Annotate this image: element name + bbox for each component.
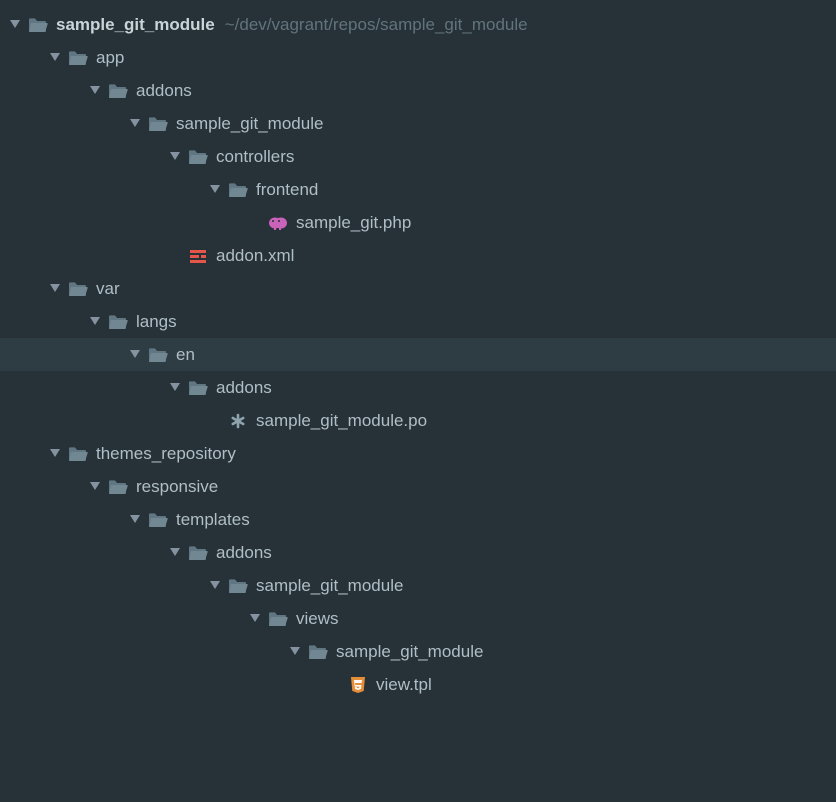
expand-arrow-icon[interactable] [168, 150, 182, 164]
folder-controllers[interactable]: controllers [0, 140, 836, 173]
tree-item-label: controllers [216, 147, 294, 167]
folder-var[interactable]: var [0, 272, 836, 305]
folder-open-icon [148, 510, 168, 530]
folder-open-icon [108, 81, 128, 101]
folder-open-icon [148, 114, 168, 134]
folder-views[interactable]: views [0, 602, 836, 635]
folder-frontend[interactable]: frontend [0, 173, 836, 206]
folder-open-icon [108, 312, 128, 332]
expand-arrow-icon[interactable] [168, 381, 182, 395]
tree-item-label: sample_git_module [336, 642, 483, 662]
tree-item-label: addons [216, 378, 272, 398]
folder-open-icon [308, 642, 328, 662]
tree-item-label: themes_repository [96, 444, 236, 464]
tree-item-label: sample_git_module [256, 576, 403, 596]
folder-open-icon [188, 543, 208, 563]
file-tree: sample_git_module ~/dev/vagrant/repos/sam… [0, 0, 836, 701]
folder-sgm-tpl[interactable]: sample_git_module [0, 569, 836, 602]
expand-arrow-icon[interactable] [288, 645, 302, 659]
folder-open-icon [188, 378, 208, 398]
folder-sample-git-module[interactable]: sample_git_module [0, 107, 836, 140]
arrow-placeholder [168, 249, 182, 263]
folder-sgm-views[interactable]: sample_git_module [0, 635, 836, 668]
tree-item-label: en [176, 345, 195, 365]
tree-item-label: sample_git_module [56, 15, 215, 35]
expand-arrow-icon[interactable] [128, 513, 142, 527]
expand-arrow-icon[interactable] [208, 579, 222, 593]
tree-item-label: langs [136, 312, 177, 332]
expand-arrow-icon[interactable] [128, 348, 142, 362]
file-po[interactable]: sample_git_module.po [0, 404, 836, 437]
expand-arrow-icon[interactable] [48, 447, 62, 461]
tree-item-label: var [96, 279, 120, 299]
arrow-placeholder [328, 678, 342, 692]
folder-addons-tpl[interactable]: addons [0, 536, 836, 569]
file-view-tpl[interactable]: view.tpl [0, 668, 836, 701]
folder-open-icon [148, 345, 168, 365]
expand-arrow-icon[interactable] [168, 546, 182, 560]
tree-item-label: sample_git.php [296, 213, 411, 233]
tree-item-label: app [96, 48, 124, 68]
folder-open-icon [28, 15, 48, 35]
xml-file-icon [188, 246, 208, 266]
html5-file-icon [348, 675, 368, 695]
expand-arrow-icon[interactable] [8, 18, 22, 32]
tree-root[interactable]: sample_git_module ~/dev/vagrant/repos/sam… [0, 8, 836, 41]
tree-item-label: templates [176, 510, 250, 530]
tree-item-label: frontend [256, 180, 318, 200]
expand-arrow-icon[interactable] [88, 315, 102, 329]
folder-responsive[interactable]: responsive [0, 470, 836, 503]
expand-arrow-icon[interactable] [48, 51, 62, 65]
expand-arrow-icon[interactable] [208, 183, 222, 197]
folder-open-icon [108, 477, 128, 497]
php-file-icon [268, 213, 288, 233]
tree-item-label: sample_git_module [176, 114, 323, 134]
tree-item-label: addons [216, 543, 272, 563]
folder-open-icon [188, 147, 208, 167]
tree-item-label: views [296, 609, 339, 629]
expand-arrow-icon[interactable] [88, 480, 102, 494]
file-addon-xml[interactable]: addon.xml [0, 239, 836, 272]
folder-open-icon [68, 279, 88, 299]
tree-item-label: addons [136, 81, 192, 101]
folder-themes-repository[interactable]: themes_repository [0, 437, 836, 470]
tree-item-label: responsive [136, 477, 218, 497]
folder-en[interactable]: en [0, 338, 836, 371]
expand-arrow-icon[interactable] [48, 282, 62, 296]
tree-item-path: ~/dev/vagrant/repos/sample_git_module [225, 15, 528, 35]
generic-file-icon [228, 411, 248, 431]
folder-open-icon [228, 576, 248, 596]
folder-addons-lang[interactable]: addons [0, 371, 836, 404]
expand-arrow-icon[interactable] [88, 84, 102, 98]
folder-app[interactable]: app [0, 41, 836, 74]
folder-open-icon [228, 180, 248, 200]
file-sample-git-php[interactable]: sample_git.php [0, 206, 836, 239]
tree-item-label: sample_git_module.po [256, 411, 427, 431]
tree-item-label: view.tpl [376, 675, 432, 695]
expand-arrow-icon[interactable] [248, 612, 262, 626]
expand-arrow-icon[interactable] [128, 117, 142, 131]
folder-addons[interactable]: addons [0, 74, 836, 107]
folder-langs[interactable]: langs [0, 305, 836, 338]
folder-templates[interactable]: templates [0, 503, 836, 536]
tree-item-label: addon.xml [216, 246, 294, 266]
folder-open-icon [268, 609, 288, 629]
arrow-placeholder [208, 414, 222, 428]
folder-open-icon [68, 444, 88, 464]
arrow-placeholder [248, 216, 262, 230]
folder-open-icon [68, 48, 88, 68]
